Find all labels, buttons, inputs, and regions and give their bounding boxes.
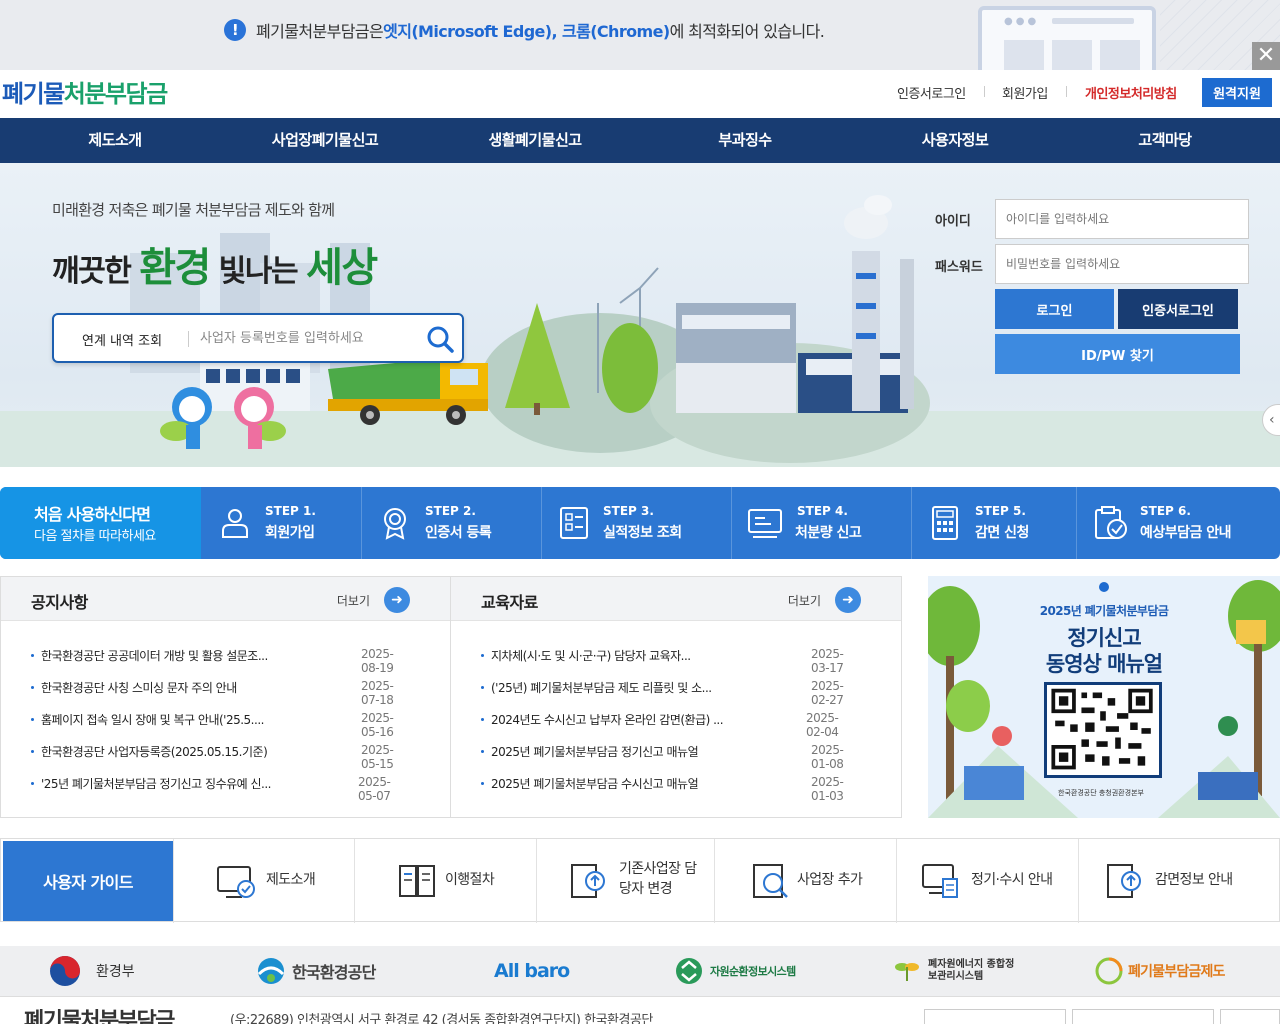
notice-text: 폐기물처분부담금은 — [256, 22, 384, 41]
recycle-globe-icon — [676, 958, 702, 984]
notices-title: 공지사항 — [31, 593, 88, 612]
monitor-doc-icon — [922, 864, 958, 898]
step-disposal-report[interactable]: STEP 4. 처분량 신고 — [731, 487, 911, 559]
nav-system-intro[interactable]: 제도소개 — [88, 118, 142, 163]
document-upload-icon — [1107, 864, 1141, 898]
qr-code-icon — [1044, 682, 1162, 778]
nav-user-info[interactable]: 사용자정보 — [922, 118, 989, 163]
manual-video-banner[interactable]: 2025년 폐기물처분부담금 정기신고 동영상 매뉴얼 한국환경공단 충청권환경… — [928, 576, 1280, 818]
cert-login-link[interactable]: 인증서로그인 — [897, 82, 966, 102]
guide-regular-report[interactable]: 정기·수시 안내 — [896, 839, 1078, 923]
partner-resource-circulation[interactable]: 자원순환정보시스템 — [674, 946, 796, 996]
person-icon — [222, 509, 248, 538]
password-label: 패스워드 — [935, 260, 983, 275]
partner-ministry-env[interactable]: 환경부 — [48, 946, 135, 996]
education-title: 교육자료 — [481, 593, 538, 612]
monitor-check-icon — [217, 866, 255, 898]
search-window-icon — [753, 864, 788, 898]
notices-more-link[interactable]: 더보기 — [337, 592, 370, 609]
certificate-icon — [384, 508, 406, 540]
id-input[interactable] — [995, 199, 1249, 239]
nav-levy-collection[interactable]: 부과징수 — [718, 118, 772, 163]
step-cert-register[interactable]: STEP 2. 인증서 등록 — [361, 487, 541, 559]
footer-select[interactable] — [1220, 1009, 1280, 1024]
user-guide-bar: 사용자 가이드 제도소개 이행절차 기존사업장 담당자 변경 사업장 추가 정기… — [0, 838, 1280, 923]
browser-notice-message: ! 폐기물처분부담금은 엣지(Microsoft Edge), 크롬(Chrom… — [224, 18, 825, 42]
levy-logo-icon — [1095, 957, 1123, 985]
education-more-link[interactable]: 더보기 — [788, 592, 821, 609]
guide-reduction-info[interactable]: 감면정보 안내 — [1078, 839, 1280, 923]
remote-support-button[interactable]: 원격지원 — [1202, 78, 1272, 107]
footer-logo: 폐기물처분부담금 — [24, 1009, 175, 1024]
book-icon — [399, 865, 435, 897]
business-search-box: 연계 내역 조회 — [52, 313, 464, 363]
main-nav: 제도소개 사업장폐기물신고 생활폐기물신고 부과징수 사용자정보 고객마당 — [0, 118, 1280, 163]
arrow-right-icon[interactable]: ➜ — [384, 587, 410, 613]
login-button[interactable]: 로그인 — [995, 289, 1114, 329]
partner-levy-system[interactable]: 폐기물부담금제도 — [1094, 946, 1225, 996]
nav-business-waste-report[interactable]: 사업장폐기물신고 — [272, 118, 379, 163]
keco-logo-icon — [257, 958, 285, 984]
hero-subtitle: 미래환경 저축은 폐기물 처분부담금 제도와 함께 — [52, 201, 335, 219]
education-board: 교육자료 더보기 ➜ 지차체(시·도 및 시·군·구) 담당자 교육자... 20… — [450, 576, 902, 818]
clipboard-check-icon — [1095, 506, 1127, 539]
browser-window-illustration: ●●● — [978, 6, 1156, 70]
password-input[interactable] — [995, 244, 1249, 284]
partner-waste-energy[interactable]: 폐자원에너지 종합정보관리시스템 — [894, 946, 1018, 996]
site-logo[interactable]: 폐기물처분부담금 — [2, 74, 168, 109]
banner-org: 한국환경공단 충청권환경본부 — [1058, 789, 1144, 797]
arrow-right-icon[interactable]: ➜ — [835, 587, 861, 613]
step-signup[interactable]: STEP 1. 회원가입 — [201, 487, 361, 559]
step-performance-lookup[interactable]: STEP 3. 실적정보 조회 — [541, 487, 731, 559]
site-footer: 폐기물처분부담금 (우:22689) 인천광역시 서구 환경로 42 (경서동 … — [0, 996, 1280, 1024]
sprout-icon — [895, 963, 919, 981]
notice-text-end: 에 최적화되어 있습니다. — [669, 22, 825, 41]
browser-notice-bar: ! 폐기물처분부담금은 엣지(Microsoft Edge), 크롬(Chrom… — [0, 0, 1280, 70]
id-label: 아이디 — [935, 214, 971, 229]
guide-add-business[interactable]: 사업장 추가 — [714, 839, 896, 923]
user-guide-title: 사용자 가이드 — [3, 841, 173, 921]
banner-line2: 동영상 매뉴얼 — [1045, 652, 1163, 676]
partner-keco[interactable]: 한국환경공단 — [256, 946, 376, 996]
partner-logos: 환경부 한국환경공단 All baro 자원순환정보시스템 폐자원에너지 종합정… — [0, 946, 1280, 996]
guide-system-intro[interactable]: 제도소개 — [173, 839, 354, 923]
document-list-icon — [560, 507, 588, 539]
footer-address: (우:22689) 인천광역시 서구 환경로 42 (경서동 종합환경연구단지)… — [230, 1013, 653, 1024]
privacy-policy-link[interactable]: 개인정보처리방침 — [1085, 82, 1177, 102]
search-category[interactable]: 연계 내역 조회 — [82, 330, 162, 349]
monitor-icon — [748, 509, 782, 538]
close-notice-button[interactable]: ✕ — [1252, 42, 1280, 70]
steps-intro: 처음 사용하신다면 다음 절차를 따라하세요 — [0, 487, 201, 559]
hero-headline: 깨끗한 환경 빛나는 세상 — [52, 245, 378, 291]
nav-customer-corner[interactable]: 고객마당 — [1138, 118, 1192, 163]
guide-procedure[interactable]: 이행절차 — [354, 839, 536, 923]
calculator-icon — [932, 506, 958, 540]
footer-select[interactable] — [924, 1009, 1066, 1024]
step-reduction-apply[interactable]: STEP 5. 감면 신청 — [911, 487, 1076, 559]
find-idpw-button[interactable]: ID/PW 찾기 — [995, 334, 1240, 374]
banner-year: 2025년 폐기물처분부담금 — [1039, 604, 1169, 618]
business-number-input[interactable] — [200, 325, 420, 351]
footer-select[interactable] — [1072, 1009, 1214, 1024]
document-upload-icon — [571, 864, 605, 898]
partner-allbaro[interactable]: All baro — [494, 946, 570, 996]
steps-bar: 처음 사용하신다면 다음 절차를 따라하세요 STEP 1. 회원가입 STEP… — [0, 487, 1280, 559]
notice-browsers: 엣지(Microsoft Edge), 크롬(Chrome) — [383, 22, 670, 41]
taegeuk-icon — [50, 956, 80, 986]
signup-link[interactable]: 회원가입 — [1002, 82, 1048, 102]
notices-board: 공지사항 더보기 ➜ 한국환경공단 공공데이터 개방 및 활용 설문조... 20… — [0, 576, 451, 818]
step-expected-levy[interactable]: STEP 6. 예상부담금 안내 — [1076, 487, 1280, 559]
search-icon[interactable] — [426, 325, 454, 353]
guide-manager-change[interactable]: 기존사업장 담당자 변경 — [536, 839, 714, 923]
nav-household-waste-report[interactable]: 생활폐기물신고 — [488, 118, 582, 163]
exclamation-icon: ! — [224, 19, 246, 41]
cert-login-button[interactable]: 인증서로그인 — [1118, 289, 1238, 329]
